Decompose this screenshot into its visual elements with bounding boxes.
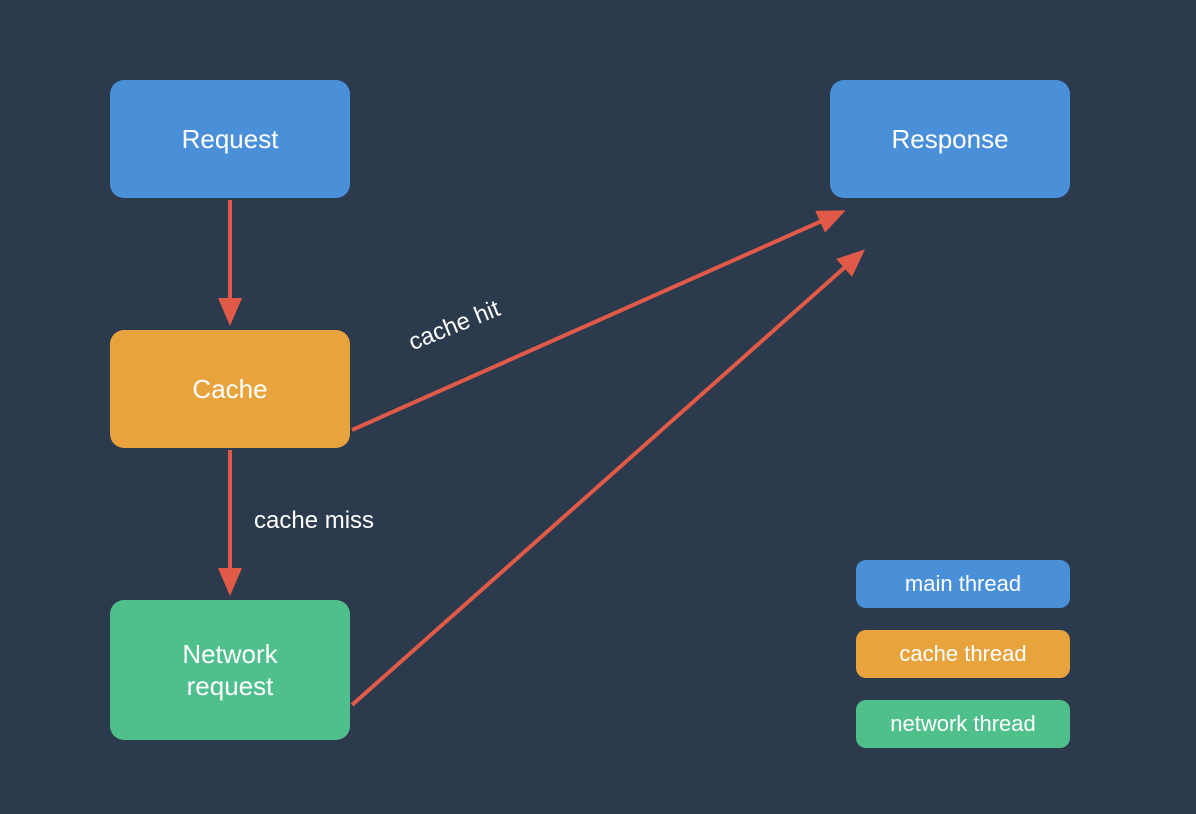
diagram-canvas: Request Cache Network request Response c… [0, 0, 1196, 814]
node-request: Request [110, 80, 350, 198]
node-network-request-label: Network request [182, 638, 277, 703]
node-response: Response [830, 80, 1070, 198]
edge-label-cache-miss: cache miss [254, 507, 374, 535]
legend-network-thread-label: network thread [890, 711, 1036, 737]
node-network-request: Network request [110, 600, 350, 740]
legend-cache-thread-label: cache thread [899, 641, 1026, 667]
node-cache-label: Cache [192, 373, 267, 406]
node-cache: Cache [110, 330, 350, 448]
arrow-network-to-response [352, 252, 862, 705]
edge-label-cache-hit: cache hit [405, 295, 505, 357]
legend-network-thread: network thread [856, 700, 1070, 748]
legend-cache-thread: cache thread [856, 630, 1070, 678]
legend-main-thread-label: main thread [905, 571, 1021, 597]
node-request-label: Request [182, 123, 279, 156]
node-response-label: Response [891, 123, 1008, 156]
arrow-cache-to-response [352, 212, 842, 430]
legend-main-thread: main thread [856, 560, 1070, 608]
